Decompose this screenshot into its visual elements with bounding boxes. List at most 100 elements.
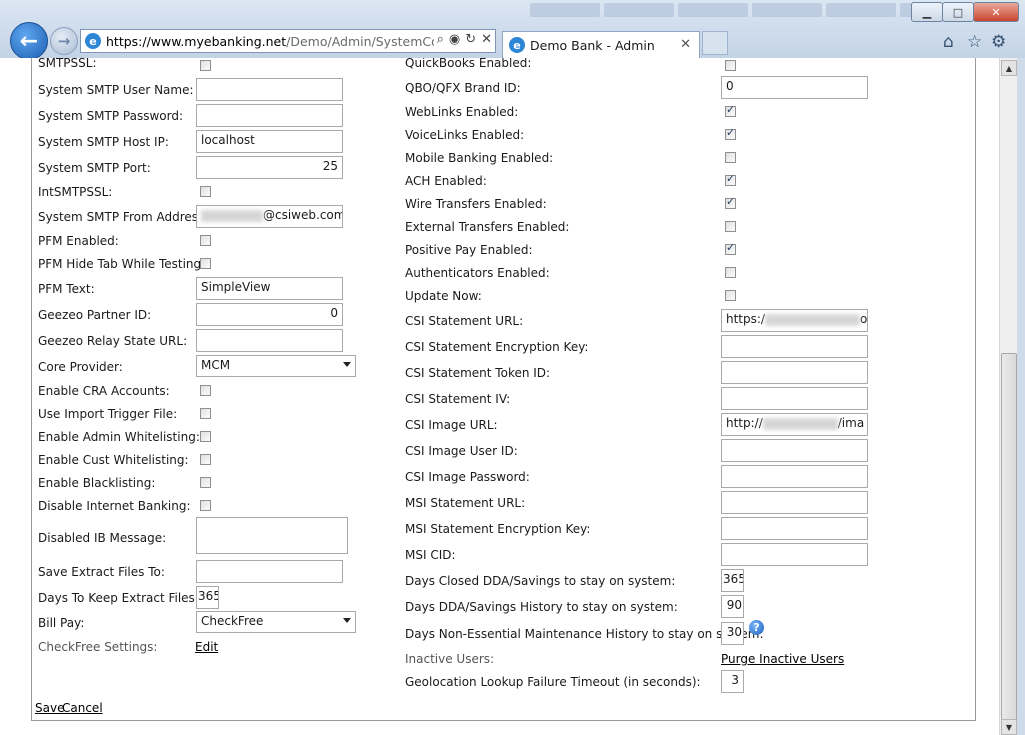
wire-transfers-checkbox[interactable] (725, 195, 736, 209)
geezeo-partner-label: Geezeo Partner ID: (38, 308, 152, 322)
weblinks-checkbox[interactable] (725, 103, 736, 117)
url-host: https://www.myebanking.net (106, 33, 287, 49)
bill-pay-select[interactable]: CheckFree (196, 611, 356, 633)
csi-image-url-input[interactable]: http:// /ima (721, 413, 868, 436)
csi-statement-token-input[interactable] (721, 361, 868, 384)
msi-cid-input[interactable] (721, 543, 868, 566)
purge-inactive-users-link[interactable]: Purge Inactive Users (721, 652, 844, 666)
vertical-scrollbar[interactable]: ▲ ▼ (999, 58, 1018, 735)
home-icon[interactable]: ⌂ (943, 32, 954, 52)
pfm-text-input[interactable]: SimpleView (196, 277, 343, 300)
enable-blacklist-checkbox[interactable] (200, 477, 211, 488)
new-tab-button[interactable] (702, 31, 728, 55)
msi-statement-key-input[interactable] (721, 517, 868, 540)
back-button[interactable]: ← (10, 22, 48, 60)
csi-image-password-input[interactable] (721, 465, 868, 488)
csi-image-user-label: CSI Image User ID: (405, 444, 518, 458)
close-window-button[interactable]: ✕ (973, 2, 1019, 22)
positive-pay-checkbox[interactable] (725, 241, 736, 255)
quickbooks-label: QuickBooks Enabled: (405, 58, 532, 70)
geolocation-timeout-label: Geolocation Lookup Failure Timeout (in s… (405, 675, 701, 689)
smtp-ssl-checkbox[interactable] (200, 60, 211, 71)
system-config-panel: SMTPSSL: System SMTP User Name: System S… (31, 58, 976, 721)
int-smtp-ssl-label: IntSMTPSSL: (38, 185, 113, 199)
update-now-label: Update Now: (405, 289, 482, 303)
chevron-down-icon (343, 618, 351, 623)
authenticators-checkbox[interactable] (725, 267, 736, 278)
smtp-port-input[interactable]: 25 (196, 156, 343, 179)
scroll-thumb[interactable] (1001, 353, 1017, 723)
save-extract-input[interactable] (196, 560, 343, 583)
enable-blacklist-label: Enable Blacklisting: (38, 476, 156, 490)
enable-cust-whitelist-checkbox[interactable] (200, 454, 211, 465)
geezeo-partner-input[interactable]: 0 (196, 303, 343, 326)
use-import-trigger-checkbox[interactable] (200, 408, 211, 419)
redacted-text (762, 417, 838, 430)
core-provider-select[interactable]: MCM (196, 355, 356, 377)
smtp-from-label: System SMTP From Address: (38, 210, 209, 224)
csi-image-user-input[interactable] (721, 439, 868, 462)
redacted-text (201, 209, 263, 222)
forward-button[interactable]: → (50, 27, 78, 55)
tab-close-icon[interactable]: ✕ (680, 37, 691, 52)
refresh-icon[interactable]: ↻ (465, 32, 476, 47)
pfm-enabled-label: PFM Enabled: (38, 234, 119, 248)
days-keep-extract-input[interactable]: 365 (196, 586, 219, 609)
mobile-banking-checkbox[interactable] (725, 152, 736, 163)
tools-gear-icon[interactable]: ⚙ (991, 32, 1006, 52)
lock-icon[interactable]: ◉ (449, 32, 460, 47)
smtp-password-input[interactable] (196, 104, 343, 127)
geezeo-relay-input[interactable] (196, 329, 343, 352)
qbo-brand-input[interactable]: 0 (721, 76, 868, 99)
ie-tab-icon: e (509, 37, 525, 53)
maximize-button[interactable]: □ (942, 2, 974, 22)
minimize-button[interactable]: ▁ (911, 2, 943, 22)
core-provider-label: Core Provider: (38, 360, 123, 374)
inactive-users-label: Inactive Users: (405, 652, 495, 666)
pfm-hide-tab-checkbox[interactable] (200, 258, 211, 269)
update-now-checkbox[interactable] (725, 290, 736, 301)
disabled-ib-message-textarea[interactable] (196, 517, 348, 554)
scroll-down-button[interactable]: ▼ (1001, 719, 1017, 735)
favorites-icon[interactable]: ☆ (967, 32, 982, 52)
window-frame-edge (1017, 58, 1025, 735)
smtp-host-label: System SMTP Host IP: (38, 135, 169, 149)
tab-demo-bank-admin[interactable]: e Demo Bank - Admin ✕ (502, 31, 700, 58)
disable-ib-checkbox[interactable] (200, 500, 211, 511)
geolocation-timeout-input[interactable]: 3 (721, 670, 744, 693)
days-dda-history-input[interactable]: 90 (721, 595, 744, 618)
help-icon[interactable]: ? (749, 620, 764, 635)
csi-image-url-label: CSI Image URL: (405, 418, 498, 432)
csi-statement-iv-input[interactable] (721, 387, 868, 410)
enable-admin-whitelist-checkbox[interactable] (200, 431, 211, 442)
checkfree-edit-link[interactable]: Edit (195, 640, 218, 654)
enable-cra-checkbox[interactable] (200, 385, 211, 396)
msi-statement-url-input[interactable] (721, 491, 868, 514)
days-non-essential-input[interactable]: 30 (721, 622, 744, 645)
address-bar[interactable]: e https://www.myebanking.net/Demo/Admin/… (80, 29, 496, 53)
cancel-link[interactable]: Cancel (62, 701, 103, 715)
csi-statement-url-suffix: o (859, 312, 868, 326)
smtp-from-domain: @csiweb.com (263, 208, 343, 222)
smtp-from-input[interactable]: @csiweb.com (196, 205, 343, 228)
ach-checkbox[interactable] (725, 172, 736, 186)
stop-icon[interactable]: ✕ (481, 32, 492, 47)
pfm-enabled-checkbox[interactable] (200, 235, 211, 246)
redacted-text (764, 313, 860, 326)
days-closed-dda-input[interactable]: 365 (721, 569, 744, 592)
scroll-up-button[interactable]: ▲ (1001, 60, 1017, 76)
external-transfers-checkbox[interactable] (725, 221, 736, 232)
int-smtp-ssl-checkbox[interactable] (200, 186, 211, 197)
smtp-host-input[interactable]: localhost (196, 130, 343, 153)
voicelinks-checkbox[interactable] (725, 126, 736, 140)
enable-cust-whitelist-label: Enable Cust Whitelisting: (38, 453, 189, 467)
quickbooks-checkbox[interactable] (725, 60, 736, 71)
csi-statement-url-label: CSI Statement URL: (405, 314, 524, 328)
pfm-hide-tab-label: PFM Hide Tab While Testing: (38, 257, 206, 271)
csi-statement-url-input[interactable]: https:/ o (721, 309, 868, 332)
smtp-user-input[interactable] (196, 78, 343, 101)
search-icon[interactable]: ⌕ (437, 32, 444, 47)
disable-ib-label: Disable Internet Banking: (38, 499, 191, 513)
csi-statement-key-input[interactable] (721, 335, 868, 358)
save-link[interactable]: Save (35, 701, 64, 715)
